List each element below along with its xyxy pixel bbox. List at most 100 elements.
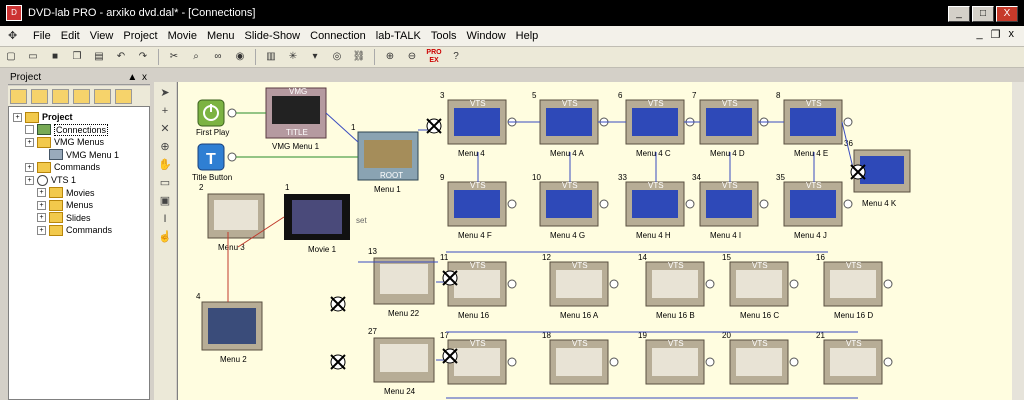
output-port[interactable] xyxy=(883,357,893,367)
paste-icon[interactable]: ▤ xyxy=(91,49,107,65)
menu-node[interactable]: VTS Menu 16 A 12 xyxy=(542,253,619,320)
pan-tool-icon[interactable]: ☝ xyxy=(158,230,172,244)
output-port[interactable] xyxy=(883,279,893,289)
hand-tool-icon[interactable]: ✋ xyxy=(158,158,172,172)
output-port[interactable] xyxy=(705,279,715,289)
expand-icon[interactable] xyxy=(25,125,34,135)
menu-node[interactable]: VTS Menu 4 G 10 xyxy=(532,173,609,240)
output-port[interactable] xyxy=(685,199,695,209)
menu-project[interactable]: Project xyxy=(118,26,162,46)
title-button-output-port[interactable] xyxy=(227,152,237,162)
select-tool-icon[interactable]: ▣ xyxy=(158,194,172,208)
vts-icon[interactable] xyxy=(115,88,132,104)
output-port[interactable] xyxy=(609,279,619,289)
dropdown-icon[interactable]: ▾ xyxy=(307,49,323,65)
text-tool-icon[interactable]: I xyxy=(158,212,172,226)
chart-icon[interactable]: ▥ xyxy=(263,49,279,65)
zoom-tool-icon[interactable]: ⊕ xyxy=(158,140,172,154)
output-port[interactable] xyxy=(759,199,769,209)
menu-node[interactable]: VTS Menu 4 D 7 xyxy=(692,91,769,158)
menu-node[interactable]: VTS Menu 16 D 16 xyxy=(816,253,893,320)
connections-canvas[interactable]: First Play T Title Button VMG TITLE VMG … xyxy=(177,82,1013,400)
menu-node[interactable]: VTS Menu 4 I 34 xyxy=(692,173,769,240)
movie1-node[interactable]: Movie 1 1 set xyxy=(284,183,367,254)
panel-close-button[interactable]: x xyxy=(140,72,147,83)
mdi-minimize-button[interactable]: _ xyxy=(977,28,983,41)
save-icon[interactable]: ■ xyxy=(47,49,63,65)
output-port[interactable] xyxy=(599,199,609,209)
zoom-in-icon[interactable]: ⊕ xyxy=(382,49,398,65)
expand-icon[interactable]: + xyxy=(25,137,34,147)
add-folder-icon[interactable] xyxy=(10,88,27,104)
add-movie-icon[interactable] xyxy=(52,88,69,104)
dvd-icon[interactable]: ◎ xyxy=(329,49,345,65)
menu-view[interactable]: View xyxy=(85,26,119,46)
menu-node[interactable]: VTS20 xyxy=(722,331,799,385)
output-port[interactable] xyxy=(843,199,853,209)
menu-node[interactable]: VTS Menu 4 C 6 xyxy=(618,91,695,158)
menu-node[interactable]: VTS Menu 4 3 xyxy=(440,91,517,158)
menu-node[interactable]: VTS Menu 4 H 33 xyxy=(618,173,695,240)
menu24-node[interactable]: Menu 24 27 xyxy=(368,327,435,396)
cut-icon[interactable]: ✂ xyxy=(166,49,182,65)
menu-connection[interactable]: Connection xyxy=(305,26,371,46)
help-icon[interactable]: ? xyxy=(448,49,464,65)
vmg-menu-node[interactable]: VMG TITLE VMG Menu 1 xyxy=(265,87,327,151)
menu22-node[interactable]: Menu 22 13 xyxy=(368,247,435,318)
mdi-restore-button[interactable]: ❐ xyxy=(991,28,1001,41)
minimize-button[interactable]: _ xyxy=(948,6,970,22)
audio-icon[interactable] xyxy=(94,88,111,104)
rect-tool-icon[interactable]: ▭ xyxy=(158,176,172,190)
mdi-close-button[interactable]: x xyxy=(1009,28,1015,41)
menu-node[interactable]: VTS Menu 4 F 9 xyxy=(440,173,517,240)
tree-node[interactable]: + Commands xyxy=(37,223,112,237)
menu-file[interactable]: File xyxy=(28,26,56,46)
menu-node[interactable]: VTS Menu 4 J 35 xyxy=(776,173,853,240)
close-button[interactable]: X xyxy=(996,6,1018,22)
cross-tool-icon[interactable]: ✕ xyxy=(158,122,172,136)
expand-icon[interactable]: + xyxy=(25,175,34,185)
output-port[interactable] xyxy=(609,357,619,367)
pro-ex-icon[interactable]: PRO EX xyxy=(426,49,442,65)
redo-icon[interactable]: ↷ xyxy=(135,49,151,65)
expand-icon[interactable]: + xyxy=(37,188,46,198)
title-button-node[interactable]: T Title Button xyxy=(192,143,237,182)
expand-icon[interactable]: + xyxy=(37,213,46,223)
maximize-button[interactable]: □ xyxy=(972,6,994,22)
link-icon[interactable]: ⛓ xyxy=(351,49,367,65)
expand-icon[interactable]: + xyxy=(37,225,46,235)
binoculars-icon[interactable]: ∞ xyxy=(210,49,226,65)
menu-node[interactable]: VTS Menu 16 B 14 xyxy=(638,253,715,320)
output-port[interactable] xyxy=(843,117,853,127)
first-play-output-port[interactable] xyxy=(227,108,237,118)
menu1-node[interactable]: ROOT Menu 1 1 xyxy=(351,123,419,194)
first-play-node[interactable]: First Play xyxy=(196,99,237,137)
output-port[interactable] xyxy=(705,357,715,367)
output-port[interactable] xyxy=(789,279,799,289)
panel-pin-button[interactable]: ▲ xyxy=(125,72,137,83)
menu-slide-show[interactable]: Slide-Show xyxy=(239,26,305,46)
menu-lab-talk[interactable]: lab-TALK xyxy=(371,26,426,46)
output-port[interactable] xyxy=(507,279,517,289)
menu-menu[interactable]: Menu xyxy=(202,26,240,46)
menu-node[interactable]: VTS Menu 16 11 xyxy=(440,253,517,320)
add-slides-icon[interactable] xyxy=(73,88,90,104)
menu-node[interactable]: VTS18 xyxy=(542,331,619,385)
add-menu-icon[interactable] xyxy=(31,88,48,104)
expand-icon[interactable]: + xyxy=(25,162,34,172)
find-icon[interactable]: ⌕ xyxy=(188,49,204,65)
wand-icon[interactable]: ✳ xyxy=(285,49,301,65)
new-file-icon[interactable]: ▢ xyxy=(3,49,19,65)
menu-node[interactable]: VTS Menu 16 C 15 xyxy=(722,253,799,320)
menu-movie[interactable]: Movie xyxy=(163,26,202,46)
menu2-node[interactable]: Menu 2 4 xyxy=(196,292,263,364)
vertical-scrollbar[interactable] xyxy=(1012,82,1024,400)
expand-icon[interactable]: + xyxy=(37,200,46,210)
output-port[interactable] xyxy=(507,199,517,209)
menu-node[interactable]: VTS19 xyxy=(638,331,715,385)
burn-icon[interactable]: ◉ xyxy=(232,49,248,65)
menu3-node[interactable]: Menu 3 2 xyxy=(199,183,265,252)
output-port[interactable] xyxy=(789,357,799,367)
undo-icon[interactable]: ↶ xyxy=(113,49,129,65)
menu-node[interactable]: VTS Menu 4 E 8 xyxy=(776,91,853,158)
